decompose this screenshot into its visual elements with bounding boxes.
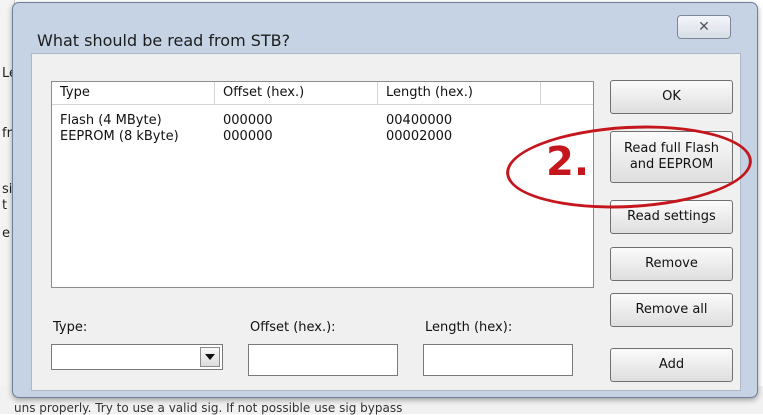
chevron-down-icon[interactable] bbox=[200, 347, 220, 367]
background-status-text: uns properly. Try to use a valid sig. If… bbox=[14, 401, 403, 415]
list-cell-offset: 000000 bbox=[223, 113, 273, 128]
dialog-client-area: Type Offset (hex.) Length (hex.) Flash (… bbox=[31, 53, 741, 391]
remove-button[interactable]: Remove bbox=[610, 247, 733, 281]
list-cell-length: 00002000 bbox=[386, 129, 453, 144]
type-label: Type: bbox=[53, 320, 88, 335]
background-text-fragment: si bbox=[2, 182, 13, 197]
dialog-title: What should be read from STB? bbox=[37, 31, 291, 50]
list-cell-length: 00400000 bbox=[386, 113, 453, 128]
length-input[interactable] bbox=[423, 344, 573, 376]
column-header-type[interactable]: Type bbox=[52, 82, 215, 104]
list-item[interactable]: EEPROM (8 kByte) 000000 00002000 bbox=[52, 129, 593, 145]
offset-input[interactable] bbox=[248, 344, 398, 376]
remove-all-button[interactable]: Remove all bbox=[610, 293, 733, 327]
list-item[interactable]: Flash (4 MByte) 000000 00400000 bbox=[52, 113, 593, 129]
list-cell-type: Flash (4 MByte) bbox=[60, 113, 162, 128]
list-cell-offset: 000000 bbox=[223, 129, 273, 144]
background-text-fragment: t bbox=[2, 198, 8, 213]
length-label: Length (hex): bbox=[425, 320, 513, 335]
background-text-fragment: e bbox=[2, 226, 10, 241]
type-dropdown[interactable] bbox=[51, 344, 223, 370]
close-icon: ✕ bbox=[698, 19, 710, 35]
column-header-length[interactable]: Length (hex.) bbox=[378, 82, 541, 104]
close-button[interactable]: ✕ bbox=[677, 15, 731, 39]
ok-button[interactable]: OK bbox=[610, 80, 733, 114]
list-header: Type Offset (hex.) Length (hex.) bbox=[52, 82, 593, 105]
column-header-offset[interactable]: Offset (hex.) bbox=[215, 82, 378, 104]
annotation-step-number: 2. bbox=[546, 139, 590, 185]
list-cell-type: EEPROM (8 kByte) bbox=[60, 129, 179, 144]
background-text-fragment: fr bbox=[2, 126, 12, 141]
offset-label: Offset (hex.): bbox=[250, 320, 336, 335]
add-button[interactable]: Add bbox=[610, 348, 733, 382]
